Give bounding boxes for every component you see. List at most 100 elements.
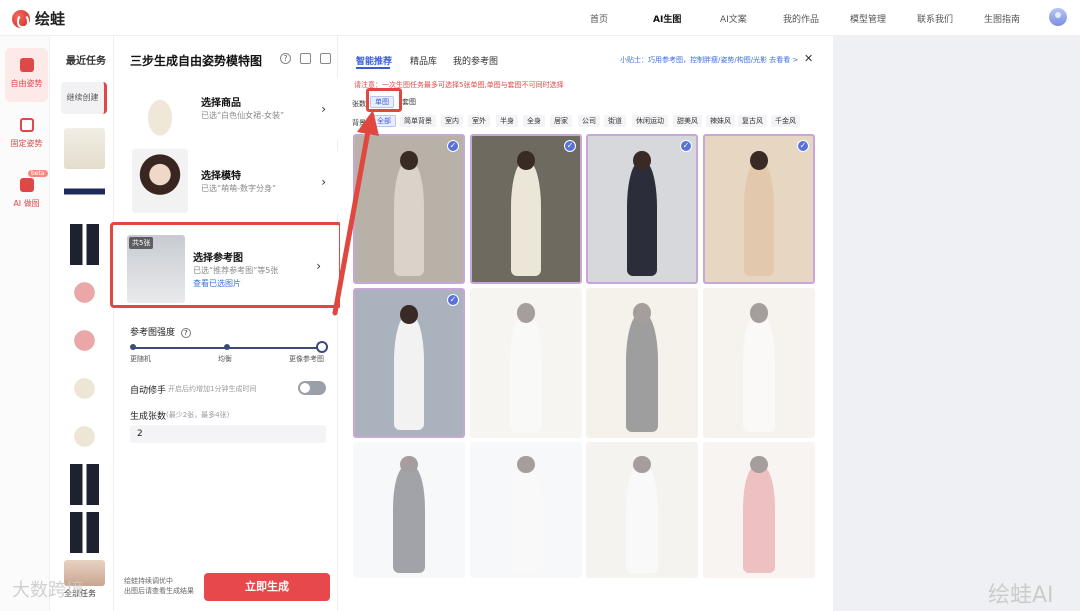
nav-home[interactable]: 首页 (590, 12, 608, 25)
reference-tile[interactable] (703, 442, 815, 578)
help-icon[interactable]: ? (280, 53, 291, 64)
recent-thumb[interactable] (64, 224, 105, 265)
tip-link[interactable]: 小贴士：巧用参考图，控制胖瘦/姿势/构图/光影 去看看 > (620, 55, 798, 65)
check-icon[interactable]: ✓ (447, 140, 459, 152)
autofix-hint: 开启后约增加1分钟生成时间 (168, 385, 257, 393)
rail-item-ai-draw[interactable]: beta AI 做图 (5, 168, 48, 222)
rail-item-free-pose[interactable]: 自由姿势 (5, 48, 48, 102)
step-select-product[interactable]: 选择商品 已选“白色仙女裙-女装” › (126, 76, 338, 142)
steps-panel: 三步生成自由姿势模特图 ? 选择商品 已选“白色仙女裙-女装” › 选择模特 已… (110, 36, 342, 611)
chip-bg-12[interactable]: 复古风 (738, 115, 767, 127)
save-image-icon[interactable] (320, 53, 331, 64)
recent-thumb[interactable] (64, 464, 105, 505)
step-desc: 已选“白色仙女裙-女装” (201, 111, 285, 120)
reference-tile[interactable] (470, 442, 582, 578)
model-figure (393, 466, 425, 573)
recent-title: 最近任务 (66, 56, 106, 67)
chip-bg-11[interactable]: 辣妹风 (706, 115, 735, 127)
chip-bg-7[interactable]: 公司 (578, 115, 600, 127)
chip-bg-3[interactable]: 室外 (468, 115, 490, 127)
avatar[interactable] (1049, 8, 1067, 26)
model-figure (626, 315, 658, 432)
model-head (633, 303, 651, 323)
reference-tile[interactable] (586, 288, 698, 438)
check-icon[interactable]: ✓ (447, 294, 459, 306)
chip-bg-10[interactable]: 甜美风 (673, 115, 702, 127)
chip-bg-5[interactable]: 全身 (523, 115, 545, 127)
reference-tile[interactable] (586, 442, 698, 578)
chip-bg-13[interactable]: 千金风 (771, 115, 800, 127)
recent-thumb[interactable] (64, 128, 105, 169)
trash-icon[interactable] (300, 53, 311, 64)
rail-item-fixed-pose[interactable]: 固定姿势 (5, 108, 48, 162)
model-head (400, 304, 418, 324)
help-icon[interactable]: ? (180, 328, 191, 338)
model-figure (510, 162, 542, 277)
watermark: 大数跨境 (12, 580, 84, 601)
reference-tile[interactable] (470, 288, 582, 438)
reference-tile[interactable] (353, 442, 465, 578)
model-head (750, 303, 768, 323)
step-name: 选择参考图 (193, 253, 243, 264)
chip-bg-9[interactable]: 休闲运动 (632, 115, 668, 127)
check-icon[interactable]: ✓ (797, 140, 809, 152)
recent-thumb[interactable] (64, 368, 105, 409)
tab-my-references[interactable]: 我的参考图 (453, 54, 498, 67)
chip-bg-4[interactable]: 半身 (496, 115, 518, 127)
generate-button[interactable]: 立即生成 (204, 573, 330, 601)
selected-count-badge: 共5张 (129, 237, 154, 249)
continue-create-button[interactable]: 继续创建 (61, 82, 107, 114)
rail-item-label: 自由姿势 (10, 79, 43, 88)
beta-badge: beta (28, 170, 48, 177)
nav-ai-image[interactable]: AI生图 (653, 12, 681, 25)
rail-item-label: 固定姿势 (10, 139, 43, 148)
chip-bg-6[interactable]: 居家 (550, 115, 572, 127)
strength-slider-knob[interactable] (316, 341, 328, 353)
recent-thumb[interactable] (64, 320, 105, 361)
check-icon[interactable]: ✓ (564, 140, 576, 152)
recent-thumb[interactable] (64, 512, 105, 553)
left-rail: 自由姿势 固定姿势 beta AI 做图 (0, 36, 50, 611)
reference-tile[interactable] (703, 288, 815, 438)
nav-my-works[interactable]: 我的作品 (783, 12, 819, 25)
model-figure (393, 316, 425, 431)
close-icon[interactable]: ✕ (804, 52, 813, 65)
tab-premium-library[interactable]: 精品库 (410, 54, 437, 67)
tab-smart-recommend[interactable]: 智能推荐 (356, 54, 392, 67)
top-bar: 绘蛙 首页 AI生图 AI文案 我的作品 模型管理 联系我们 生图指南 (0, 0, 1080, 36)
recent-thumb[interactable] (64, 272, 105, 313)
chip-bg-2[interactable]: 室内 (441, 115, 463, 127)
nav-guide[interactable]: 生图指南 (984, 12, 1020, 25)
count-input[interactable] (130, 425, 326, 443)
nav-ai-copy[interactable]: AI文案 (720, 12, 747, 25)
reference-tile[interactable]: ✓ (586, 134, 698, 284)
nav-contact[interactable]: 联系我们 (917, 12, 953, 25)
model-figure (510, 466, 542, 573)
step-select-model[interactable]: 选择模特 已选“萌萌-数字分身” › (126, 149, 338, 215)
check-icon[interactable]: ✓ (680, 140, 692, 152)
watermark: 绘蛙AI (988, 583, 1054, 608)
step-select-reference[interactable]: 共5张 选择参考图 已选“推荐参考图”等5张 查看已选图片 › (110, 222, 342, 308)
model-figure (743, 162, 775, 277)
slider-stop[interactable] (130, 344, 136, 350)
recent-thumb[interactable] (64, 416, 105, 457)
slider-stop[interactable] (224, 344, 230, 350)
reference-tile[interactable]: ✓ (703, 134, 815, 284)
rail-item-label: AI 做图 (13, 199, 40, 208)
reference-tile[interactable]: ✓ (470, 134, 582, 284)
recent-tasks-panel: 最近任务 继续创建 全部任务 (54, 36, 114, 611)
autofix-label: 自动修手 (130, 386, 167, 396)
model-head (517, 455, 535, 474)
recent-thumb[interactable] (64, 176, 105, 217)
nav-model-manage[interactable]: 模型管理 (850, 12, 886, 25)
annotation-arrow-icon (332, 110, 379, 316)
view-selected-link[interactable]: 查看已选图片 (193, 278, 241, 289)
chip-bg-8[interactable]: 街道 (604, 115, 626, 127)
page-title: 三步生成自由姿势模特图 (130, 54, 263, 68)
logo[interactable]: 绘蛙 (12, 8, 65, 29)
model-figure (743, 466, 775, 573)
chip-bg-1[interactable]: 简单背景 (400, 115, 436, 127)
logo-text: 绘蛙 (35, 10, 66, 28)
autofix-toggle[interactable] (298, 381, 326, 395)
strength-label: 参考图强度 ? (130, 325, 191, 338)
